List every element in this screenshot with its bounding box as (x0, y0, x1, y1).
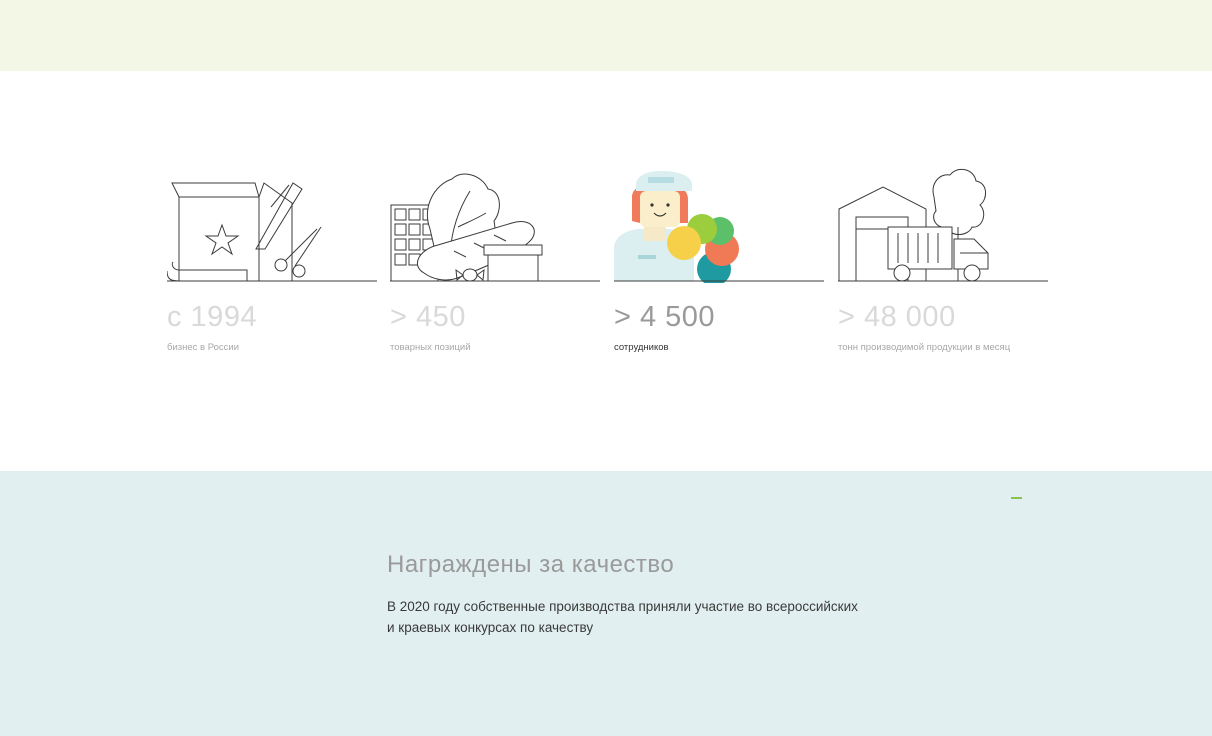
accent-dash (1011, 497, 1022, 499)
stat-caption: товарных позиций (390, 342, 471, 353)
awards-title: Награждены за качество (387, 551, 675, 578)
factory-truck-icon (838, 167, 1048, 283)
stats-section: с 1994 бизнес в России > 450 товарных по… (0, 71, 1212, 471)
stat-value: > 48 000 (838, 301, 956, 333)
groceries-icon (390, 167, 600, 283)
stat-caption: бизнес в России (167, 342, 240, 353)
awards-text: В 2020 году собственные производства при… (387, 596, 927, 638)
stat-caption: тонн производимой продукции в месяц (838, 342, 1011, 353)
worker-icon (614, 167, 824, 283)
awards-section: Награждены за качество В 2020 году собст… (0, 471, 1212, 736)
awards-text-line-2: и краевых конкурсах по качеству (387, 620, 594, 635)
awards-text-line-1: В 2020 году собственные производства при… (387, 599, 858, 614)
stat-value: > 450 (390, 301, 466, 333)
stat-value: с 1994 (167, 301, 258, 333)
stat-value: > 4 500 (614, 301, 716, 333)
stat-caption: сотрудников (614, 342, 669, 353)
top-band (0, 0, 1212, 71)
gift-box-icon (167, 167, 377, 283)
